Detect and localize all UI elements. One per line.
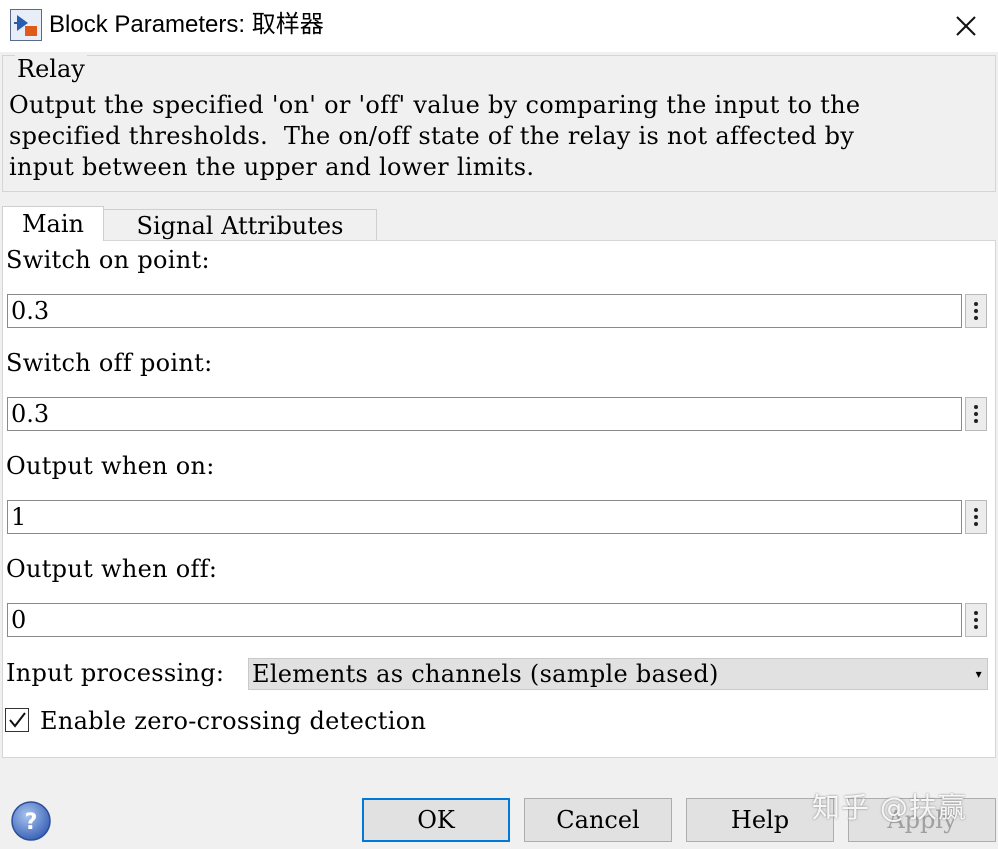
- more-vertical-icon: [974, 508, 978, 526]
- zero-crossing-label[interactable]: Enable zero-crossing detection: [40, 706, 426, 736]
- dropdown-arrow-icon: ▾: [975, 667, 982, 681]
- block-description: Output the specified 'on' or 'off' value…: [9, 91, 861, 181]
- input-processing-label: Input processing:: [6, 659, 225, 687]
- output-off-label: Output when off:: [6, 555, 218, 583]
- switch-off-field[interactable]: 0.3: [7, 397, 962, 431]
- output-off-more-button[interactable]: [965, 603, 987, 637]
- simulink-block-icon: [10, 9, 42, 41]
- title-bar: Block Parameters: 取样器: [0, 0, 998, 52]
- output-on-label: Output when on:: [6, 452, 215, 480]
- tab-bar: Main Signal Attributes: [0, 206, 998, 241]
- description-group: Relay Output the specified 'on' or 'off'…: [2, 54, 996, 192]
- input-processing-select[interactable]: Elements as channels (sample based) ▾: [248, 658, 988, 690]
- output-off-field[interactable]: 0: [7, 603, 962, 637]
- tab-main[interactable]: Main: [2, 206, 104, 241]
- input-processing-value: Elements as channels (sample based): [252, 660, 719, 688]
- cancel-button[interactable]: Cancel: [524, 798, 672, 842]
- svg-text:?: ?: [25, 810, 38, 835]
- switch-off-more-button[interactable]: [965, 397, 987, 431]
- output-on-more-button[interactable]: [965, 500, 987, 534]
- help-icon[interactable]: ?: [10, 800, 52, 842]
- watermark: 知乎 @扶赢: [812, 791, 967, 824]
- close-button[interactable]: [946, 6, 986, 46]
- group-legend: Relay: [15, 54, 87, 84]
- more-vertical-icon: [974, 611, 978, 629]
- checkmark-icon: [9, 712, 26, 728]
- more-vertical-icon: [974, 405, 978, 423]
- switch-off-label: Switch off point:: [6, 349, 213, 377]
- window-title: Block Parameters: 取样器: [49, 11, 324, 38]
- ok-button[interactable]: OK: [362, 798, 510, 842]
- zero-crossing-checkbox[interactable]: [5, 708, 29, 732]
- switch-on-field[interactable]: 0.3: [7, 294, 962, 328]
- more-vertical-icon: [974, 302, 978, 320]
- tab-signal-attributes[interactable]: Signal Attributes: [103, 209, 377, 241]
- switch-on-more-button[interactable]: [965, 294, 987, 328]
- output-on-field[interactable]: 1: [7, 500, 962, 534]
- close-icon: [956, 16, 976, 36]
- switch-on-label: Switch on point:: [6, 246, 210, 274]
